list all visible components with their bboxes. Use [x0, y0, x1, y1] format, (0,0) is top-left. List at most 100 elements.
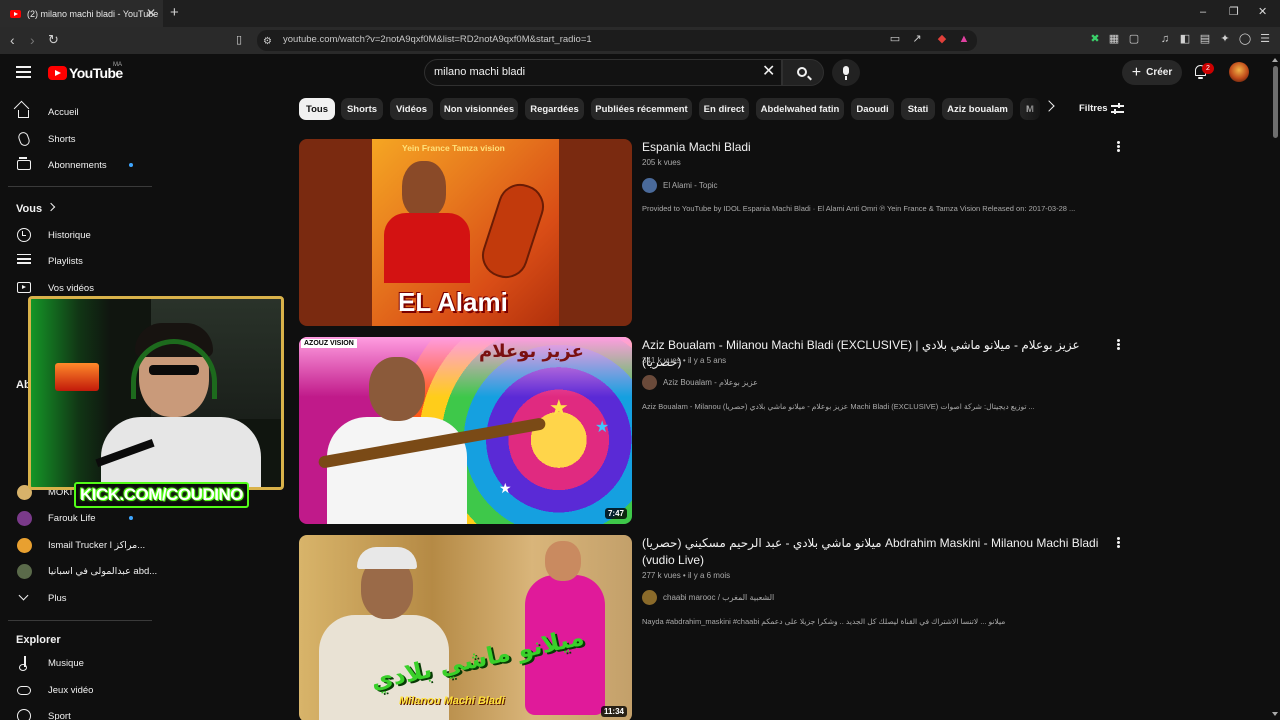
sidebar-channel-abdelmoula[interactable]: عبدالمولى في اسبانيا abd... [0, 558, 157, 584]
search-button[interactable] [782, 59, 824, 86]
sidebar-item-label: Musique [48, 657, 84, 669]
forward-icon[interactable]: › [30, 31, 35, 49]
filters-sliders-icon[interactable] [1111, 103, 1124, 114]
share-icon[interactable]: ↗ [910, 32, 924, 46]
search-input[interactable]: milano machi bladi [434, 66, 525, 78]
thumbnail-artwork: Yein France Tamza vision EL Alami [372, 139, 559, 326]
chip-daoudi[interactable]: Daoudi [851, 98, 894, 120]
chip-videos[interactable]: Vidéos [390, 98, 433, 120]
sidebar-you-header[interactable]: Vous [0, 196, 152, 222]
minimize-button[interactable]: – [1200, 5, 1206, 19]
video-description: Provided to YouTube by IDOL Espania Mach… [642, 204, 1076, 213]
sidebar-item-label: Playlists [48, 255, 83, 267]
video-description: Nayda #abdrahim_maskini #chaabi ميلانو .… [642, 617, 1006, 626]
channel-link[interactable]: El Alami - Topic [642, 178, 718, 193]
chip-aziz-boualam[interactable]: Aziz boualam [942, 98, 1013, 120]
more-actions-icon[interactable] [1117, 339, 1120, 342]
star-icon: ★ [595, 419, 610, 436]
video-title[interactable]: Aziz Boualam - Milanou Machi Bladi (EXCL… [642, 337, 1107, 371]
brave-shield-icon[interactable]: ◆ [935, 32, 949, 46]
tab-title: (2) milano machi bladi - YouTube [27, 8, 159, 19]
sidebar-channel-ismail-trucker[interactable]: Ismail Trucker l مراكز... [0, 532, 152, 558]
video-thumbnail[interactable]: ميلانو ماشي بلادي Milanou Machi Bladi 11… [299, 535, 632, 720]
chevron-down-icon [18, 590, 29, 601]
sidebar-item-music[interactable]: Musique [0, 650, 152, 676]
media-icon[interactable]: ♫ [1158, 32, 1172, 46]
restore-button[interactable]: ❐ [1229, 5, 1239, 19]
sidebar-item-home[interactable]: Accueil [0, 99, 152, 125]
video-thumbnail[interactable]: ★ ★ ★ AZOUZ VISION عزيز بوعلام 7:47 [299, 337, 632, 524]
browser-tab-active[interactable]: (2) milano machi bladi - YouTube [0, 0, 163, 27]
vpn-shield-icon[interactable]: ◯ [1238, 32, 1252, 46]
close-window-button[interactable]: ✕ [1258, 5, 1267, 19]
chip-stati[interactable]: Stati [901, 98, 935, 120]
scroll-up-icon[interactable] [1272, 58, 1278, 62]
chip-shorts[interactable]: Shorts [341, 98, 383, 120]
channel-avatar [17, 511, 32, 526]
video-title[interactable]: ميلانو ماشي بلادي - عبد الرحيم مسكيني (ح… [642, 535, 1107, 569]
video-description: Aziz Boualam - Milanou (حصريا) عزيز بوعل… [642, 402, 1035, 411]
violin-image [476, 178, 550, 284]
chip-abdelwahed-fatin[interactable]: Abdelwahed fatin [756, 98, 844, 120]
create-label: Créer [1146, 67, 1173, 78]
sidebar-item-subscriptions[interactable]: Abonnements [0, 152, 152, 178]
url-text[interactable]: youtube.com/watch?v=2notA9qxf0M&list=RD2… [283, 34, 592, 45]
reload-icon[interactable]: ↻ [48, 31, 59, 49]
video-thumbnail[interactable]: Yein France Tamza vision EL Alami [299, 139, 632, 326]
chip-recently-uploaded[interactable]: Publiées récemment [591, 98, 692, 120]
sidebar-show-more[interactable]: Plus [0, 585, 152, 611]
explore-heading: Explorer [16, 634, 61, 646]
leo-ai-icon[interactable]: ✦ [1218, 32, 1232, 46]
sidebar-divider [8, 620, 152, 621]
extensions-puzzle-icon[interactable]: ▦ [1107, 32, 1121, 46]
filters-button[interactable]: Filtres [1079, 103, 1108, 114]
sidebar-item-label: Historique [48, 229, 91, 241]
tab-close-icon[interactable]: ✕ [146, 6, 156, 20]
sidebar-divider [8, 186, 152, 187]
more-actions-icon[interactable] [1117, 537, 1120, 540]
rewards-icon[interactable]: ▲ [957, 32, 971, 46]
screenshot-icon[interactable]: ▢ [1127, 32, 1141, 46]
create-button[interactable]: + Créer [1122, 60, 1182, 85]
sidebar-item-history[interactable]: Historique [0, 222, 152, 248]
channel-avatar [642, 590, 657, 605]
video-title[interactable]: Espania Machi Bladi [642, 139, 1107, 156]
wallet-icon[interactable]: ▤ [1198, 32, 1212, 46]
extension-green-icon[interactable]: ✖ [1088, 32, 1102, 46]
site-info-icon[interactable]: ⚙ [263, 33, 272, 51]
sidebar-item-playlists[interactable]: Playlists [0, 248, 152, 274]
back-icon[interactable]: ‹ [10, 31, 15, 49]
chip-all[interactable]: Tous [299, 98, 335, 120]
youtube-favicon-icon [10, 9, 21, 18]
chip-unwatched[interactable]: Non visionnées [440, 98, 518, 120]
shorts-icon [16, 130, 32, 148]
sidebar-item-gaming[interactable]: Jeux vidéo [0, 677, 152, 703]
sidebar-item-label: Jeux vidéo [48, 684, 94, 696]
clear-search-icon[interactable]: ✕ [762, 63, 775, 81]
channel-link[interactable]: chaabi marooc / الشعبية المغرب [642, 590, 774, 605]
sidebar-item-shorts[interactable]: Shorts [0, 126, 152, 152]
chip-live[interactable]: En direct [699, 98, 749, 120]
new-content-dot [129, 163, 133, 167]
app-menu-icon[interactable]: ☰ [1258, 32, 1272, 46]
channel-link[interactable]: Aziz Boualam - عزيز بوعلام [642, 375, 758, 390]
youtube-logo[interactable]: YouTube [48, 65, 123, 81]
chip-watched[interactable]: Regardées [525, 98, 584, 120]
sidebar-channel-farouk-life[interactable]: Farouk Life [0, 505, 152, 531]
guide-menu-icon[interactable] [16, 66, 31, 78]
page-scrollbar[interactable] [1271, 56, 1280, 720]
sidebar-item-sport[interactable]: Sport [0, 703, 152, 720]
scrollbar-thumb[interactable] [1273, 66, 1278, 138]
scroll-down-icon[interactable] [1272, 712, 1278, 716]
subscriptions-icon [17, 157, 31, 170]
new-tab-button[interactable]: + [170, 5, 179, 21]
sidebar-toggle-icon[interactable]: ◧ [1178, 32, 1192, 46]
new-content-dot [129, 516, 133, 520]
channel-avatar [642, 375, 657, 390]
bookmark-icon[interactable]: ▯ [236, 31, 242, 49]
more-actions-icon[interactable] [1117, 141, 1120, 144]
channel-name: chaabi marooc / الشعبية المغرب [663, 593, 775, 602]
cast-icon[interactable]: ▭ [888, 32, 902, 46]
account-avatar[interactable] [1229, 62, 1249, 82]
voice-search-mic-icon[interactable] [832, 59, 860, 86]
